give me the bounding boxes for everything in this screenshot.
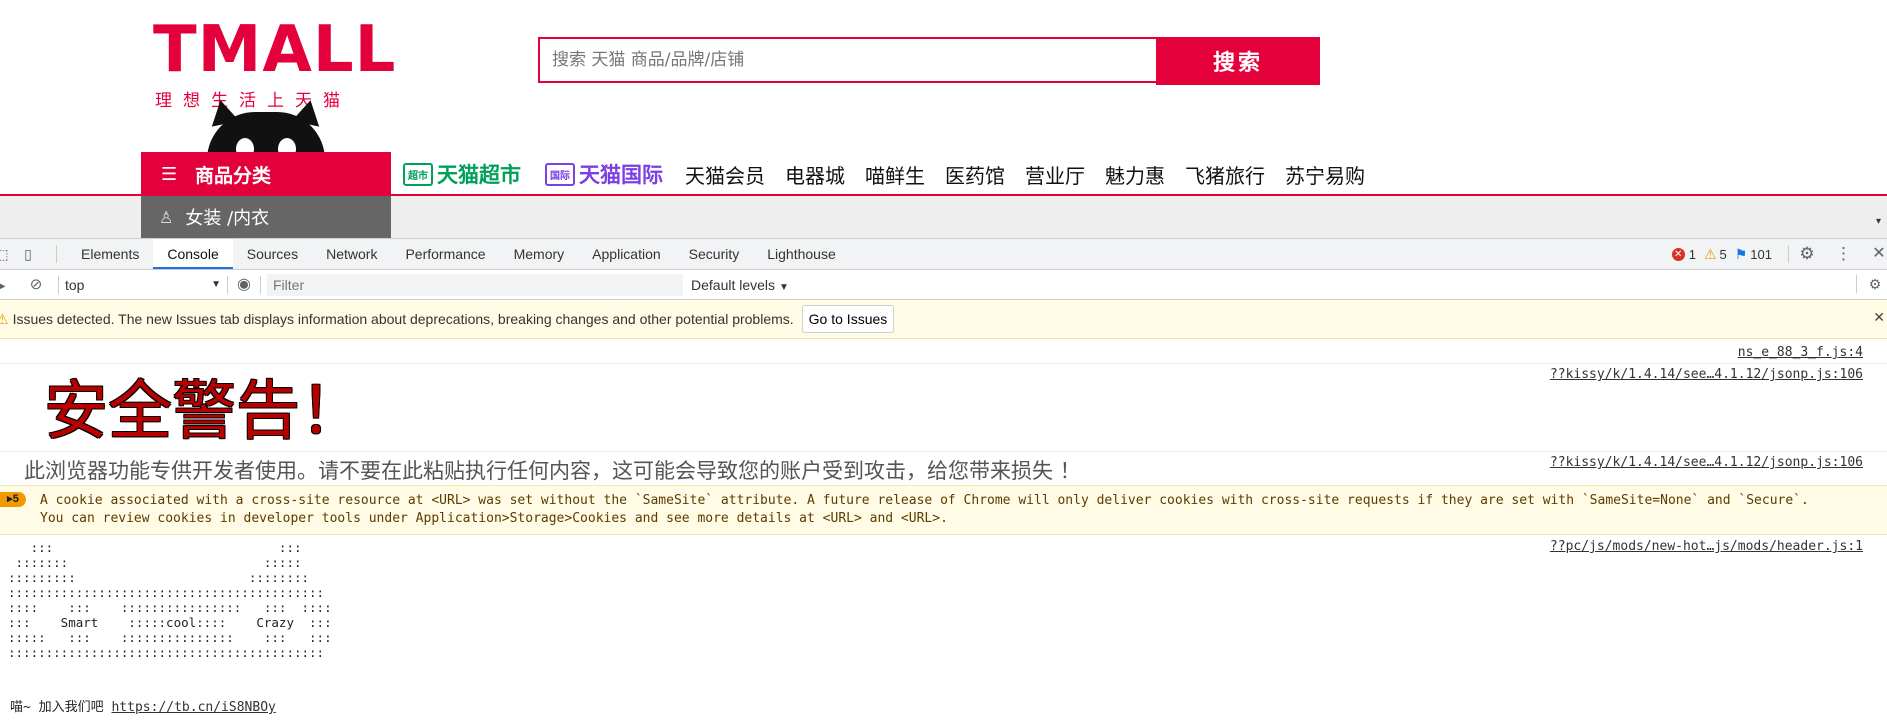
person-icon: ♙: [159, 207, 174, 227]
devtools-panel: ⬚ ▯ Elements Console Sources Network Per…: [0, 238, 1887, 720]
nav-item-member[interactable]: 天猫会员: [685, 160, 765, 189]
warning-count[interactable]: 5: [1720, 247, 1727, 262]
toolbar-divider: [56, 245, 57, 263]
close-devtools-icon[interactable]: ✕: [1871, 246, 1887, 262]
info-message-icon: ⚑: [1734, 245, 1748, 262]
list-menu-icon: ☰: [161, 163, 178, 185]
ascii-art-cat: ::: ::: ::::::: ::::: ::::::::: ::::::::…: [8, 540, 332, 660]
nav-global-label: 天猫国际: [579, 163, 663, 187]
devtools-tab-bar: ⬚ ▯ Elements Console Sources Network Per…: [0, 239, 1887, 270]
clear-console-icon[interactable]: ⊘: [28, 276, 44, 293]
tab-elements[interactable]: Elements: [67, 239, 153, 269]
join-us-text: 喵~ 加入我们吧: [10, 700, 104, 715]
message-divider: [0, 451, 1887, 452]
nav-item-business-hall[interactable]: 营业厅: [1025, 160, 1085, 189]
info-count[interactable]: 101: [1750, 247, 1772, 262]
nav-item-fresh[interactable]: 喵鲜生: [865, 160, 925, 189]
tab-console[interactable]: Console: [153, 239, 233, 269]
nav-tmall-global[interactable]: 国际 天猫国际: [545, 159, 663, 189]
search-button[interactable]: 搜索: [1156, 37, 1320, 85]
issues-text: Issues detected. The new Issues tab disp…: [12, 311, 794, 327]
warning-repeat-badge: ▸5: [0, 492, 26, 507]
tab-sources[interactable]: Sources: [233, 239, 312, 269]
security-warning-text: 此浏览器功能专供开发者使用。请不要在此粘贴执行任何内容，这可能会导致您的账户受到…: [24, 459, 1081, 483]
toolbar-divider: [1856, 275, 1857, 293]
source-link[interactable]: ns_e_88_3_f.js:4: [1738, 345, 1863, 360]
console-filter-input[interactable]: [267, 273, 683, 296]
category-item-label: 女装 /内衣: [185, 208, 270, 229]
join-us-message: 喵~ 加入我们吧 https://tb.cn/iS8NBOy: [10, 696, 276, 715]
console-settings-gear-icon[interactable]: ⚙: [1867, 276, 1883, 292]
close-banner-icon[interactable]: ✕: [1873, 309, 1885, 326]
inspect-element-icon[interactable]: ⬚: [0, 246, 10, 262]
cookie-warning-text: A cookie associated with a cross-site re…: [40, 493, 1809, 526]
tab-memory[interactable]: Memory: [500, 239, 579, 269]
source-link[interactable]: ??kissy/k/1.4.14/see…4.1.12/jsonp.js:106: [1550, 367, 1863, 382]
error-icon: ✕: [1671, 247, 1685, 261]
tmall-logo[interactable]: TMALL: [153, 18, 396, 82]
tab-lighthouse[interactable]: Lighthouse: [753, 239, 850, 269]
nav-item-fliggy-travel[interactable]: 飞猪旅行: [1185, 160, 1265, 189]
tab-network[interactable]: Network: [312, 239, 391, 269]
supermarket-badge: 超市: [403, 162, 433, 186]
nav-item-suning[interactable]: 苏宁易购: [1285, 160, 1365, 189]
main-nav: 超市 天猫超市 国际 天猫国际 天猫会员 电器城 喵鲜生 医药馆 营业厅 魅力惠…: [403, 154, 1385, 194]
category-menu-header[interactable]: ☰ 商品分类: [141, 152, 391, 196]
dropdown-arrow-icon: ▼: [211, 279, 221, 290]
dropdown-arrow-icon: ▼: [778, 281, 789, 293]
tab-application[interactable]: Application: [578, 239, 675, 269]
nav-tmall-supermarket[interactable]: 超市 天猫超市: [403, 159, 521, 189]
console-messages: ns_e_88_3_f.js:4 ??kissy/k/1.4.14/see…4.…: [0, 339, 1887, 720]
toolbar-divider: [227, 275, 228, 294]
tmall-page: TMALL 理想生活上天猫 搜索 ☰ 商品分类 ♙ 女装 /内衣 超市 天猫超市…: [0, 0, 1887, 238]
log-levels-label: Default levels: [691, 276, 776, 293]
go-to-issues-button[interactable]: Go to Issues: [801, 305, 895, 333]
message-divider: [0, 363, 1887, 364]
tab-performance[interactable]: Performance: [391, 239, 499, 269]
log-levels-dropdown[interactable]: Default levels ▼: [691, 277, 789, 293]
toolbar-divider: [1788, 245, 1789, 263]
more-options-icon[interactable]: ⋮: [1835, 245, 1852, 262]
live-expression-eye-icon[interactable]: ◉: [236, 276, 252, 293]
tab-security[interactable]: Security: [675, 239, 754, 269]
error-count[interactable]: 1: [1689, 247, 1696, 262]
nav-item-meilihui[interactable]: 魅力惠: [1105, 160, 1165, 189]
global-badge: 国际: [545, 162, 575, 186]
search-input[interactable]: [540, 39, 1156, 81]
source-link[interactable]: ??pc/js/mods/new-hot…js/mods/header.js:1: [1550, 539, 1863, 554]
join-us-link[interactable]: https://tb.cn/iS8NBOy: [111, 700, 275, 715]
nav-item-pharmacy[interactable]: 医药馆: [945, 160, 1005, 189]
page-scroll-down-arrow[interactable]: ▾: [1876, 216, 1881, 227]
nav-supermarket-label: 天猫超市: [437, 163, 521, 187]
nav-item-appliances[interactable]: 电器城: [785, 160, 845, 189]
security-warning-title: 安全警告！: [44, 375, 364, 449]
category-item-womens[interactable]: ♙ 女装 /内衣: [141, 196, 391, 238]
warning-icon: ⚠: [0, 310, 9, 327]
settings-gear-icon[interactable]: ⚙: [1799, 245, 1815, 262]
category-header-label: 商品分类: [195, 164, 272, 187]
console-toolbar: ▸ ⊘ top ▼ ◉ Default levels ▼ ⚙: [0, 270, 1887, 300]
issues-banner: ⚠ Issues detected. The new Issues tab di…: [0, 300, 1887, 339]
devtools-status: ✕ 1 ⚠ 5 ⚑ 101 ⚙ ⋮ ✕: [1671, 239, 1887, 269]
sidebar-toggle-icon[interactable]: ▸: [0, 277, 10, 293]
context-selector[interactable]: top ▼: [59, 274, 227, 296]
toolbar-divider: [260, 275, 261, 294]
cookie-warning-message[interactable]: ▸5 A cookie associated with a cross-site…: [0, 485, 1887, 535]
search-box: [538, 37, 1156, 83]
device-toolbar-icon[interactable]: ▯: [20, 246, 36, 262]
source-link[interactable]: ??kissy/k/1.4.14/see…4.1.12/jsonp.js:106: [1550, 455, 1863, 470]
context-value: top: [65, 276, 85, 293]
warning-icon: ⚠: [1703, 245, 1717, 262]
